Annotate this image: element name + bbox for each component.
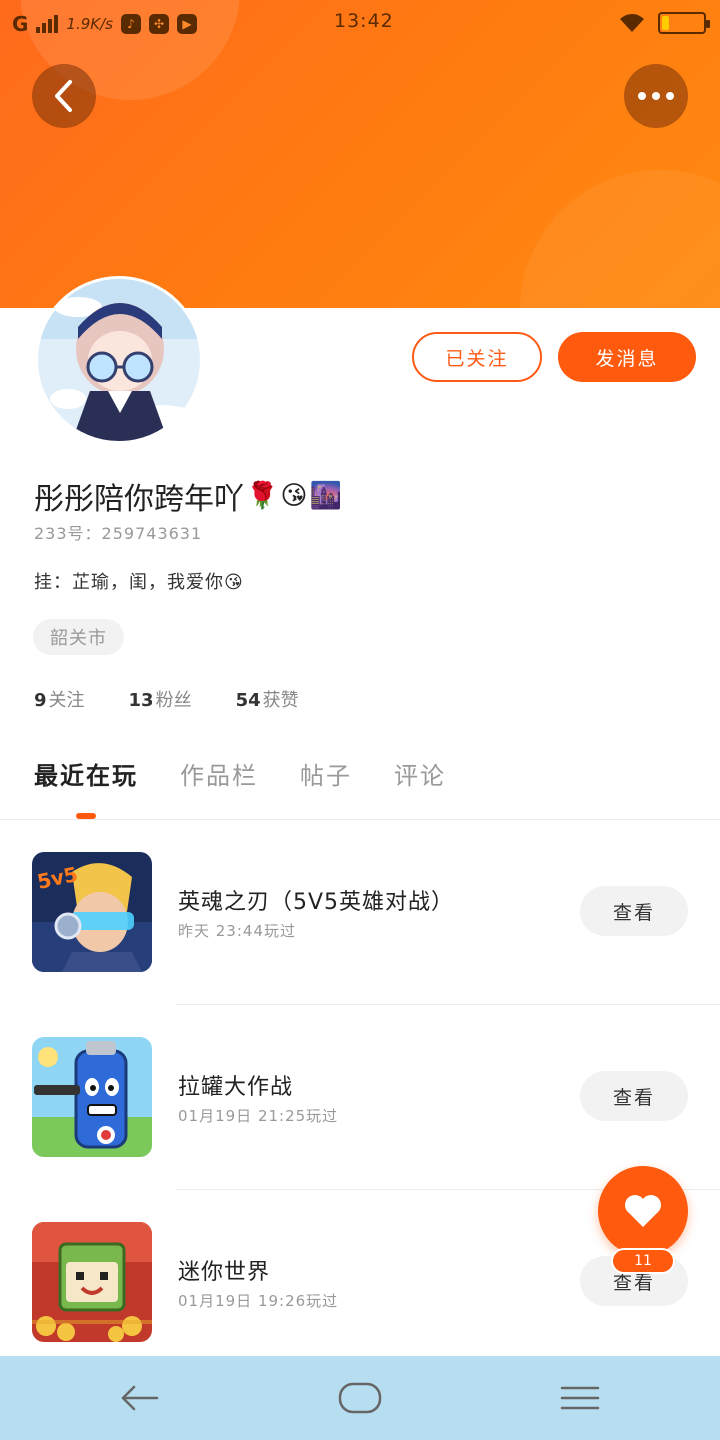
location-tag: 韶关市 (33, 619, 124, 655)
game-list-item[interactable]: 拉罐大作战 01月19日 21:25玩过 查看 (0, 1005, 720, 1190)
followed-button[interactable]: 已关注 (412, 332, 542, 382)
tab-comments[interactable]: 评论 (394, 756, 446, 791)
heart-icon (625, 1195, 661, 1227)
like-button[interactable] (598, 1166, 688, 1256)
game-list-item[interactable]: 5v5 英魂之刃（5V5英雄对战） 昨天 23:44玩过 查看 (0, 820, 720, 1005)
chevron-left-icon (55, 80, 72, 112)
followers-stat[interactable]: 13 粉丝 (129, 686, 192, 712)
signal-icon (36, 15, 59, 33)
clock: 13:42 (334, 10, 394, 32)
menu-lines-icon (560, 1386, 600, 1410)
game-icon-mini-world (32, 1222, 152, 1342)
network-type: G (12, 12, 29, 36)
more-options-button[interactable] (624, 64, 688, 128)
game-icon-yinghun: 5v5 (32, 852, 152, 972)
nav-menu-button[interactable] (550, 1376, 610, 1420)
following-label: 关注 (48, 690, 85, 711)
battery-icon (658, 12, 710, 34)
game-played-time: 昨天 23:44玩过 (178, 922, 296, 940)
back-button[interactable] (32, 64, 96, 128)
nav-back-button[interactable] (110, 1376, 170, 1420)
avatar[interactable] (35, 276, 203, 444)
likes-label: 获赞 (262, 690, 299, 711)
tab-works[interactable]: 作品栏 (180, 756, 258, 791)
system-navigation-bar (0, 1356, 720, 1440)
following-count: 9 (34, 690, 47, 711)
user-id: 233号：259743631 (34, 524, 203, 543)
profile-stats: 9 关注 13 粉丝 54 获赞 (34, 686, 343, 712)
header-decoration (520, 170, 720, 308)
wifi-icon (620, 14, 644, 32)
rose-emoji: 🌹 (246, 481, 279, 511)
home-pill-icon (338, 1382, 382, 1414)
followers-label: 粉丝 (155, 690, 192, 711)
game-name: 英魂之刃（5V5英雄对战） (178, 890, 455, 915)
likes-count: 54 (235, 690, 261, 711)
username-text: 彤彤陪你跨年吖 (34, 482, 244, 517)
view-game-button[interactable]: 查看 (580, 1071, 688, 1121)
game-played-time: 01月19日 21:25玩过 (178, 1107, 339, 1125)
network-speed: 1.9K/s (66, 15, 113, 33)
status-bar: G 1.9K/s ♪ ✣ ▶ 13:42 (0, 0, 720, 48)
followers-count: 13 (128, 690, 154, 711)
send-message-button[interactable]: 发消息 (558, 332, 696, 382)
following-stat[interactable]: 9 关注 (34, 686, 85, 712)
tab-recently-played[interactable]: 最近在玩 (34, 756, 138, 791)
back-arrow-icon (121, 1385, 159, 1411)
username: 彤彤陪你跨年吖 🌹 😘 🌆 (34, 474, 342, 518)
likes-stat[interactable]: 54 获赞 (236, 686, 299, 712)
profile-tabs: 最近在玩 作品栏 帖子 评论 (34, 756, 488, 791)
game-icon-laguan (32, 1037, 152, 1157)
game-name: 迷你世界 (178, 1260, 271, 1285)
play-app-icon: ▶ (176, 14, 197, 34)
game-name: 拉罐大作战 (178, 1075, 294, 1100)
pinwheel-app-icon: ✣ (148, 14, 169, 34)
kiss-emoji: 😘 (280, 481, 308, 511)
nav-home-button[interactable] (330, 1376, 390, 1420)
more-dots-icon (638, 92, 674, 100)
view-game-button[interactable]: 查看 (580, 886, 688, 936)
music-app-icon: ♪ (120, 14, 141, 34)
tab-posts[interactable]: 帖子 (300, 756, 352, 791)
game-played-time: 01月19日 19:26玩过 (178, 1292, 339, 1310)
like-count-badge: 11 (611, 1248, 675, 1274)
avatar-image (38, 279, 200, 441)
bio-text: 挂：芷瑜，闺，我爱你😘 (34, 572, 244, 593)
city-emoji: 🌆 (309, 481, 342, 511)
